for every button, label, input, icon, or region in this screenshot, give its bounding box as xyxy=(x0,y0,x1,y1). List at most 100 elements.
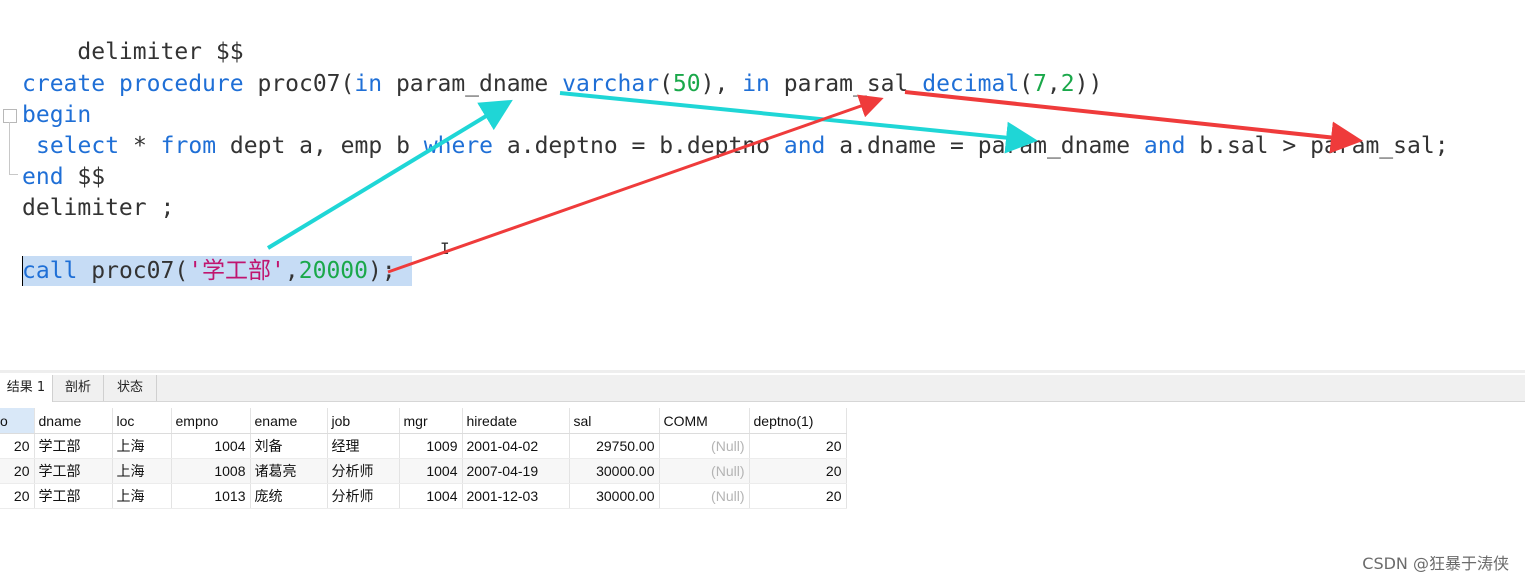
table-cell[interactable]: 1004 xyxy=(399,483,463,509)
tab-profile[interactable]: 剖析 xyxy=(53,375,104,401)
text-caret xyxy=(22,256,23,286)
string-literal: '学工部' xyxy=(188,258,285,284)
param-sal-token: param_sal xyxy=(783,71,909,97)
column-header[interactable]: hiredate xyxy=(462,408,570,434)
column-header[interactable]: COMM xyxy=(659,408,750,434)
table-cell[interactable]: 20 xyxy=(0,458,35,484)
table-cell[interactable]: 20 xyxy=(749,483,847,509)
tab-status[interactable]: 状态 xyxy=(104,375,157,401)
table-cell[interactable]: 学工部 xyxy=(34,433,113,459)
table-cell[interactable]: 30000.00 xyxy=(569,483,660,509)
table-cell[interactable]: 分析师 xyxy=(327,458,400,484)
number-literal: 2 xyxy=(1060,71,1075,97)
code-text: delimiter ; xyxy=(22,195,175,221)
code-line-select: select * from dept a, emp b where a.dept… xyxy=(36,131,1449,161)
table-cell[interactable]: 1013 xyxy=(171,483,251,509)
column-header[interactable]: empno xyxy=(171,408,251,434)
table-cell[interactable]: 1009 xyxy=(399,433,463,459)
tab-result-1[interactable]: 结果 1 xyxy=(0,375,53,402)
column-header[interactable]: ename xyxy=(250,408,328,434)
keyword: create xyxy=(22,71,106,97)
code-text: ( xyxy=(659,71,673,97)
code-line-create: create procedure proc07(in param_dname v… xyxy=(22,69,1102,99)
table-cell[interactable]: 学工部 xyxy=(34,458,113,484)
keyword: and xyxy=(1143,133,1186,159)
table-cell[interactable]: 29750.00 xyxy=(569,433,660,459)
code-line-end: end $$ xyxy=(22,162,105,192)
table-row[interactable]: 20 学工部 上海 1013 庞统 分析师 1004 2001-12-03 30… xyxy=(0,483,847,509)
table-cell[interactable]: 经理 xyxy=(327,433,400,459)
param-dname-token: param_dname xyxy=(395,71,549,97)
table-row[interactable]: 20 学工部 上海 1004 刘备 经理 1009 2001-04-02 297… xyxy=(0,433,847,459)
table-cell[interactable]: 1008 xyxy=(171,458,251,484)
keyword: varchar xyxy=(562,71,660,97)
code-line-1: delimiter $$ xyxy=(22,7,243,65)
keyword: in xyxy=(354,71,383,97)
table-cell[interactable]: 20 xyxy=(749,458,847,484)
watermark: CSDN @狂暴于涛侠 xyxy=(1362,554,1509,573)
code-line-begin: begin xyxy=(22,100,91,130)
code-text: ); xyxy=(368,258,396,284)
table-cell[interactable]: 刘备 xyxy=(250,433,328,459)
table-cell[interactable]: 30000.00 xyxy=(569,458,660,484)
sql-editor[interactable]: delimiter $$ create procedure proc07(in … xyxy=(0,0,1525,370)
keyword: call xyxy=(22,258,78,284)
keyword: procedure xyxy=(118,71,244,97)
table-cell[interactable]: 上海 xyxy=(112,458,172,484)
table-cell[interactable]: 20 xyxy=(749,433,847,459)
code-text: , xyxy=(284,258,299,284)
keyword: end xyxy=(22,164,64,190)
table-cell[interactable]: 1004 xyxy=(171,433,251,459)
code-text: $$ xyxy=(63,164,106,190)
fold-guide-end xyxy=(9,174,18,175)
keyword: decimal xyxy=(922,71,1020,97)
keyword: where xyxy=(423,133,494,159)
code-text: a.deptno = b.deptno xyxy=(506,133,784,159)
column-header[interactable]: loc xyxy=(112,408,172,434)
keyword: and xyxy=(783,133,826,159)
column-header[interactable]: mgr xyxy=(399,408,463,434)
panel-divider[interactable] xyxy=(0,370,1525,373)
code-text: * xyxy=(132,133,161,159)
table-cell[interactable]: 学工部 xyxy=(34,483,113,509)
table-cell[interactable]: 2001-04-02 xyxy=(462,433,570,459)
code-text: )) xyxy=(1074,71,1103,97)
table-cell[interactable]: 上海 xyxy=(112,483,172,509)
code-line-call-selected: call proc07('学工部',20000); xyxy=(22,256,412,286)
number-literal: 7 xyxy=(1033,71,1047,97)
table-cell[interactable]: 上海 xyxy=(112,433,172,459)
column-header[interactable]: o xyxy=(0,408,35,434)
code-text: ), xyxy=(700,71,729,97)
code-line-delimiter: delimiter ; xyxy=(22,193,174,223)
null-cell[interactable]: (Null) xyxy=(659,483,750,509)
table-cell[interactable]: 分析师 xyxy=(327,483,400,509)
column-header[interactable]: sal xyxy=(569,408,660,434)
table-cell[interactable]: 诸葛亮 xyxy=(250,458,328,484)
null-cell[interactable]: (Null) xyxy=(659,458,750,484)
result-grid[interactable]: o dname loc empno ename job mgr hiredate… xyxy=(0,408,847,509)
cyan-arrow-to-param-dname xyxy=(266,99,513,250)
keyword: in xyxy=(742,71,770,97)
table-cell[interactable]: 庞统 xyxy=(250,483,328,509)
table-row[interactable]: 20 学工部 上海 1008 诸葛亮 分析师 1004 2007-04-19 3… xyxy=(0,458,847,484)
grid-header-row: o dname loc empno ename job mgr hiredate… xyxy=(0,408,847,434)
null-cell[interactable]: (Null) xyxy=(659,433,750,459)
number-literal: 20000 xyxy=(298,258,368,284)
table-cell[interactable]: 2007-04-19 xyxy=(462,458,570,484)
keyword: from xyxy=(160,133,217,159)
column-header[interactable]: job xyxy=(327,408,400,434)
table-cell[interactable]: 1004 xyxy=(399,458,463,484)
code-text: b.sal > param_sal; xyxy=(1199,133,1449,159)
table-cell[interactable]: 20 xyxy=(0,483,35,509)
column-header[interactable]: dname xyxy=(34,408,113,434)
keyword: select xyxy=(36,133,120,159)
table-cell[interactable]: 20 xyxy=(0,433,35,459)
column-header[interactable]: deptno(1) xyxy=(749,408,847,434)
ibeam-cursor-icon: I xyxy=(440,239,450,258)
fold-toggle-icon[interactable] xyxy=(3,109,17,123)
code-text: dept a, emp b xyxy=(229,133,424,159)
code-text: proc07( xyxy=(257,71,355,97)
table-cell[interactable]: 2001-12-03 xyxy=(462,483,570,509)
code-text: proc07( xyxy=(91,258,189,284)
code-text: , xyxy=(1046,71,1061,97)
